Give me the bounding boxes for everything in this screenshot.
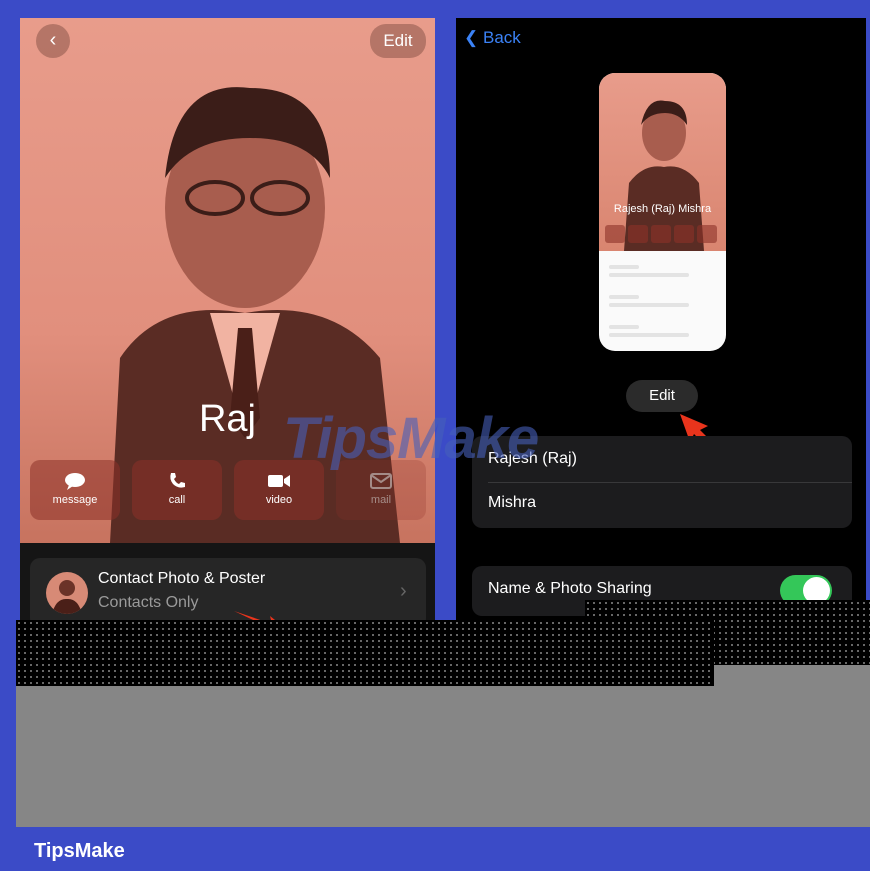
video-camera-icon [268,475,290,487]
poster-preview[interactable]: Rajesh (Raj) Mishra [599,73,726,351]
red-arrow-icon [234,611,277,621]
watermark: TipsMake [283,406,539,471]
message-action-button[interactable]: message [30,460,120,520]
contact-photo-subtitle: Contacts Only [98,594,199,611]
edit-contact-screen: ❮ Back Rajesh (Raj) Mishra Edit Rajesh (… [456,18,866,621]
avatar [46,572,88,614]
contact-card-screen: ‹ Edit Raj message call video mail Conta… [20,18,435,621]
footer-brand: TipsMake [34,840,125,862]
chevron-left-icon: ❮ [464,28,479,47]
video-camera-icon [651,225,671,243]
redacted-region [16,665,870,827]
placeholder-line [609,325,639,329]
dollar-icon [697,225,717,243]
message-bubble-icon [605,225,625,243]
edit-poster-button[interactable]: Edit [626,380,698,412]
placeholder-line [609,333,689,337]
placeholder-line [609,265,639,269]
chevron-right-icon: › [400,580,407,602]
envelope-icon [674,225,694,243]
placeholder-line [609,295,639,299]
divider [488,482,852,483]
placeholder-line [609,303,689,307]
action-label: call [168,494,186,506]
last-name-field[interactable]: Mishra [488,494,536,512]
action-label: video [265,494,293,506]
back-button[interactable]: ‹ [36,24,70,58]
call-action-button[interactable]: call [132,460,222,520]
phone-icon [628,225,648,243]
name-photo-sharing-label: Name & Photo Sharing [488,580,652,597]
back-link[interactable]: ❮ Back [464,28,521,48]
chevron-left-icon: ‹ [49,29,57,51]
action-label: mail [370,494,392,506]
contact-photo-title: Contact Photo & Poster [98,570,266,587]
poster-preview-name: Rajesh (Raj) Mishra [613,203,712,215]
placeholder-line [609,273,689,277]
action-label: message [52,494,98,506]
contact-photo-poster-row[interactable]: Contact Photo & Poster Contacts Only › [30,558,426,621]
back-label: Back [482,28,521,47]
phone-icon [170,473,185,488]
poster-preview-actions [605,225,720,245]
envelope-icon [370,473,392,489]
edit-button[interactable]: Edit [370,24,426,58]
redacted-pattern [16,620,714,686]
message-bubble-icon [65,473,85,490]
